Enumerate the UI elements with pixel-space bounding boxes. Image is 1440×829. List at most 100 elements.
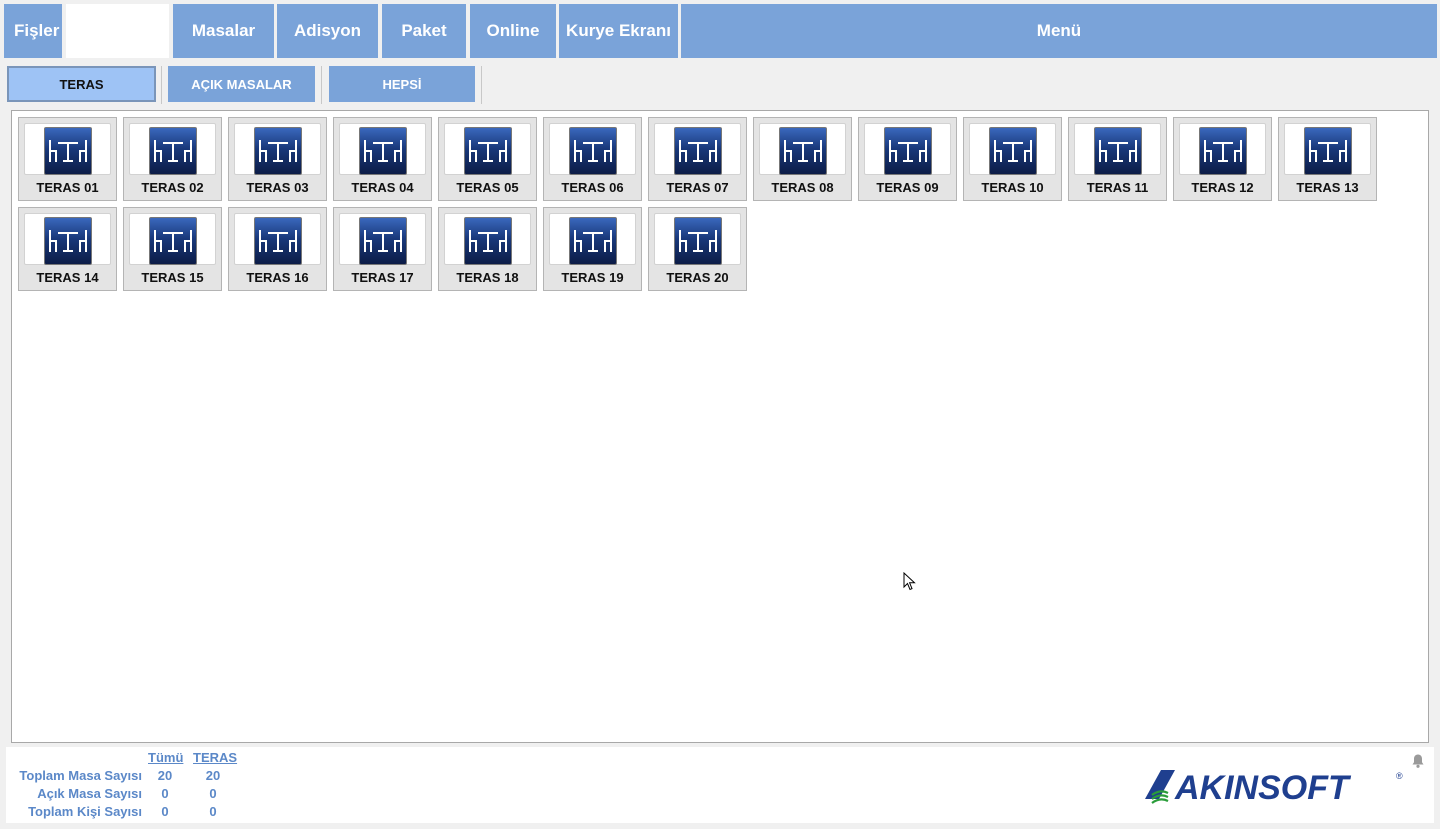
table-label: TERAS 05 [456,180,519,195]
nav-blank-slot [66,4,169,58]
nav-fisler[interactable]: Fişler [4,4,62,58]
stats-label-open-tables: Açık Masa Sayısı [37,786,142,801]
table-thumbnail [864,123,951,175]
table-thumbnail [444,123,531,175]
stats-value-open-tables-all: 0 [161,786,169,801]
table-thumbnail [129,123,216,175]
footer-panel: Tümü TERAS Toplam Masa Sayısı 20 20 Açık… [6,747,1434,823]
brand-name: AKINSOFT [1174,769,1352,805]
stats-value-total-people-all: 0 [161,804,169,819]
table-chairs-icon [254,127,302,175]
stats-value-total-tables-area: 20 [205,768,221,783]
table-thumbnail [654,123,741,175]
tab-divider [161,66,162,104]
table-button[interactable]: TERAS 14 [18,207,117,291]
table-label: TERAS 10 [981,180,1044,195]
table-thumbnail [234,213,321,265]
table-button[interactable]: TERAS 02 [123,117,222,201]
table-label: TERAS 03 [246,180,309,195]
table-button[interactable]: TERAS 10 [963,117,1062,201]
table-chairs-icon [674,127,722,175]
nav-kurye-ekrani[interactable]: Kurye Ekranı [559,4,678,58]
table-label: TERAS 15 [141,270,204,285]
table-button[interactable]: TERAS 11 [1068,117,1167,201]
stats-value-total-tables-all: 20 [157,768,173,783]
table-button[interactable]: TERAS 08 [753,117,852,201]
table-button[interactable]: TERAS 09 [858,117,957,201]
table-button[interactable]: TERAS 19 [543,207,642,291]
table-label: TERAS 08 [771,180,834,195]
nav-online[interactable]: Online [470,4,556,58]
table-thumbnail [234,123,321,175]
bell-icon[interactable] [1410,753,1426,769]
table-button[interactable]: TERAS 20 [648,207,747,291]
table-label: TERAS 11 [1086,180,1149,195]
nav-paket[interactable]: Paket [382,4,466,58]
tab-teras[interactable]: TERAS [7,66,156,102]
table-chairs-icon [464,217,512,265]
table-chairs-icon [44,127,92,175]
table-chairs-icon [359,127,407,175]
table-button[interactable]: TERAS 17 [333,207,432,291]
table-thumbnail [654,213,741,265]
table-thumbnail [1074,123,1161,175]
tab-divider [481,66,482,104]
table-button[interactable]: TERAS 06 [543,117,642,201]
table-label: TERAS 16 [246,270,309,285]
stats-label-total-people: Toplam Kişi Sayısı [28,804,142,819]
table-button[interactable]: TERAS 01 [18,117,117,201]
table-button[interactable]: TERAS 04 [333,117,432,201]
mouse-cursor-icon [903,572,916,591]
stats-value-total-people-area: 0 [209,804,217,819]
table-grid: TERAS 01 TERAS 02 TERAS 03 TERAS 04 TERAS 05… [11,110,1429,743]
table-button[interactable]: TERAS 12 [1173,117,1272,201]
stats-header-all[interactable]: Tümü [148,750,183,765]
table-label: TERAS 12 [1191,180,1254,195]
table-thumbnail [549,123,636,175]
table-chairs-icon [1199,127,1247,175]
table-thumbnail [339,123,426,175]
table-chairs-icon [44,217,92,265]
stats-label-total-tables: Toplam Masa Sayısı [19,768,142,783]
table-thumbnail [1179,123,1266,175]
table-button[interactable]: TERAS 18 [438,207,537,291]
table-button[interactable]: TERAS 03 [228,117,327,201]
table-button[interactable]: TERAS 05 [438,117,537,201]
table-label: TERAS 20 [666,270,729,285]
table-thumbnail [969,123,1056,175]
stats-value-open-tables-area: 0 [209,786,217,801]
table-thumbnail [339,213,426,265]
table-thumbnail [24,213,111,265]
table-thumbnail [759,123,846,175]
table-button[interactable]: TERAS 16 [228,207,327,291]
table-label: TERAS 18 [456,270,519,285]
table-thumbnail [549,213,636,265]
table-chairs-icon [884,127,932,175]
table-label: TERAS 09 [876,180,939,195]
table-chairs-icon [674,217,722,265]
table-label: TERAS 19 [561,270,624,285]
area-tabs: TERAS AÇIK MASALAR HEPSİ [0,62,1440,104]
nav-adisyon[interactable]: Adisyon [277,4,378,58]
table-label: TERAS 06 [561,180,624,195]
table-chairs-icon [1094,127,1142,175]
nav-masalar[interactable]: Masalar [173,4,274,58]
table-thumbnail [1284,123,1371,175]
stats-header-area[interactable]: TERAS [193,750,237,765]
table-label: TERAS 07 [666,180,729,195]
akinsoft-logo: AKINSOFT ® [1144,765,1406,807]
table-thumbnail [444,213,531,265]
table-chairs-icon [254,217,302,265]
top-navigation: Fişler Masalar Adisyon Paket Online Kury… [0,0,1440,61]
table-chairs-icon [779,127,827,175]
table-label: TERAS 04 [351,180,414,195]
table-chairs-icon [1304,127,1352,175]
table-button[interactable]: TERAS 13 [1278,117,1377,201]
table-label: TERAS 02 [141,180,204,195]
brand-registered-mark: ® [1396,771,1403,781]
nav-menu[interactable]: Menü [681,4,1437,58]
table-button[interactable]: TERAS 15 [123,207,222,291]
table-button[interactable]: TERAS 07 [648,117,747,201]
tab-acik-masalar[interactable]: AÇIK MASALAR [168,66,315,102]
tab-hepsi[interactable]: HEPSİ [329,66,475,102]
